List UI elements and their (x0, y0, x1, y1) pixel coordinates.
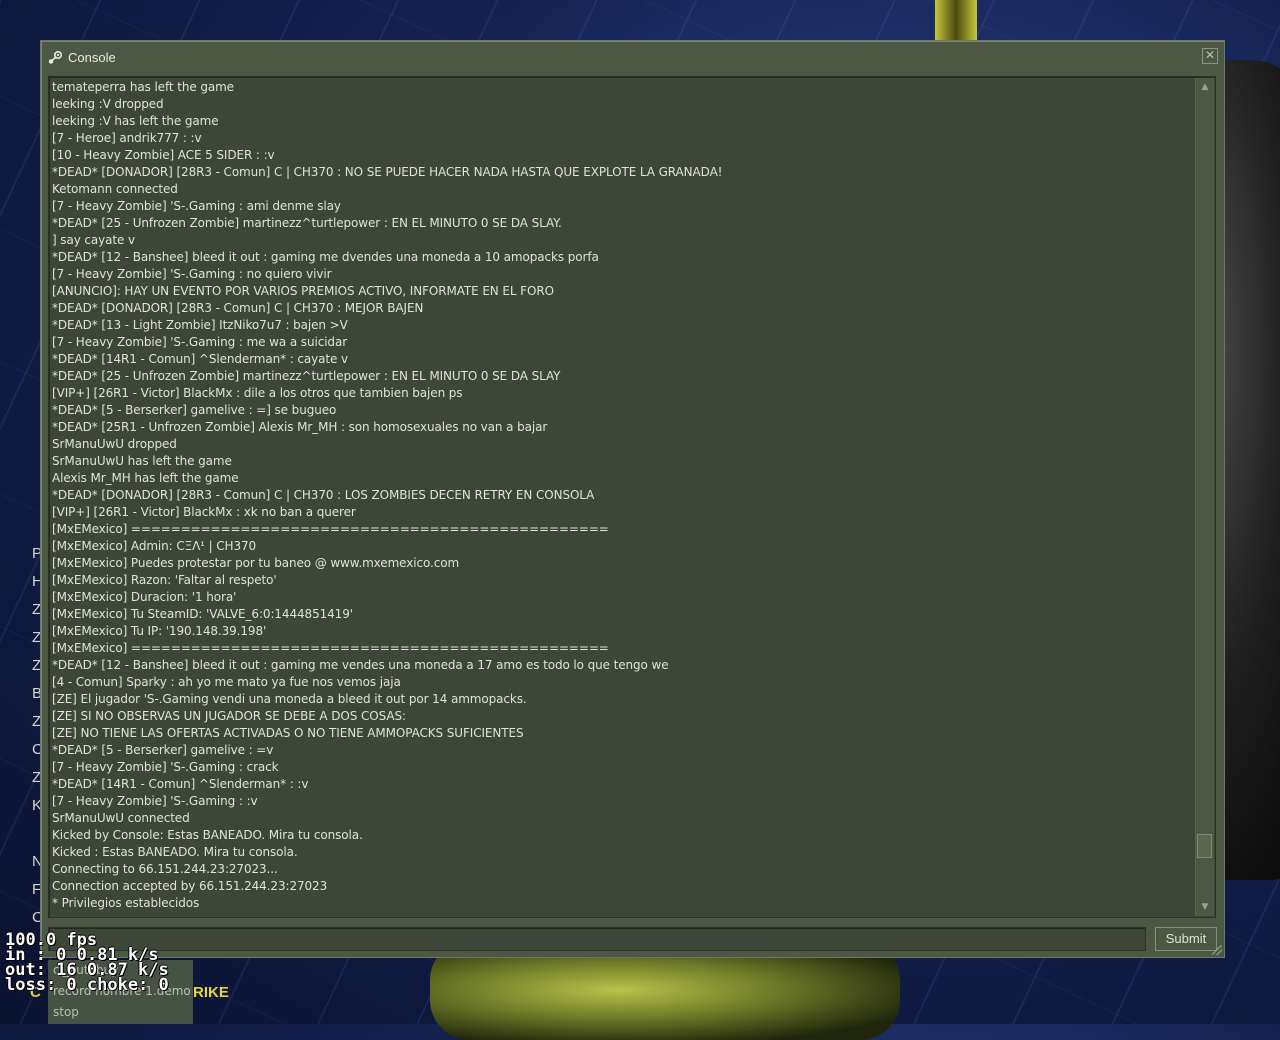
console-line: *DEAD* [14R1 - Comun] ^Slenderman* : cay… (52, 352, 349, 366)
console-line: *DEAD* [DONADOR] [28R3 - Comun] C | CH37… (52, 165, 723, 179)
steam-icon (48, 50, 63, 64)
console-line: [MxEMexico] Duracion: '1 hora' (52, 590, 237, 604)
console-line: *DEAD* [25R1 - Unfrozen Zombie] Alexis M… (52, 420, 548, 434)
console-line: Kicked : Estas BANEADO. Mira tu consola. (52, 845, 298, 859)
console-line: leeking :V dropped (52, 97, 164, 111)
console-line: SrManuUwU dropped (52, 437, 177, 451)
console-line: Connection accepted by 66.151.244.23:270… (52, 879, 328, 893)
console-line: [ZE] SI NO OBSERVAS UN JUGADOR SE DEBE A… (52, 709, 406, 723)
scroll-up-icon[interactable]: ▲ (1197, 79, 1213, 95)
console-line: temateperra has left the game (52, 80, 234, 94)
submit-button[interactable]: Submit (1155, 927, 1217, 951)
console-line: *DEAD* [13 - Light Zombie] ItzNiko7u7 : … (52, 318, 348, 332)
console-line: [VIP+] [26R1 - Victor] BlackMx : xk no b… (52, 505, 356, 519)
console-line: *DEAD* [12 - Banshee] bleed it out : gam… (52, 250, 599, 264)
console-line: [10 - Heavy Zombie] ACE 5 SIDER : :v (52, 148, 275, 162)
console-line: [MxEMexico] ============================… (52, 522, 609, 536)
console-line: [MxEMexico] Admin: CΞΛ¹ | CH370 (52, 539, 257, 553)
console-line: SrManuUwU has left the game (52, 454, 232, 468)
console-title-bar[interactable]: Console ✕ (41, 41, 1224, 75)
autocomplete-item[interactable]: stop (48, 1002, 193, 1023)
console-line: [MxEMexico] Puedes protestar por tu bane… (52, 556, 460, 570)
console-line: Ketomann connected (52, 182, 178, 196)
console-line: [MxEMexico] Tu IP: '190.148.39.198' (52, 624, 267, 638)
console-line: Alexis Mr_MH has left the game (52, 471, 239, 485)
console-line: [7 - Heavy Zombie] 'S-.Gaming : crack (52, 760, 279, 774)
console-line: [7 - Heavy Zombie] 'S-.Gaming : :v (52, 794, 258, 808)
console-line: *DEAD* [25 - Unfrozen Zombie] martinezz^… (52, 369, 561, 383)
net-loss-readout: loss: 0 choke: 0 (5, 975, 169, 995)
console-line: Connecting to 66.151.244.23:27023... (52, 862, 278, 876)
console-line: *DEAD* [14R1 - Comun] ^Slenderman* : :v (52, 777, 309, 791)
console-line: [4 - Comun] Sparky : ah yo me mato ya fu… (52, 675, 401, 689)
console-line: SrManuUwU connected (52, 811, 190, 825)
console-log-list: temateperra has left the game leeking :V … (52, 79, 1193, 915)
console-line: *DEAD* [12 - Banshee] bleed it out : gam… (52, 658, 669, 672)
console-output[interactable]: temateperra has left the game leeking :V … (48, 76, 1216, 918)
console-line: [MxEMexico] Razon: 'Faltar al respeto' (52, 573, 277, 587)
console-line: [ZE] El jugador 'S-.Gaming vendi una mon… (52, 692, 527, 706)
background-rod (935, 0, 977, 45)
console-line: *DEAD* [25 - Unfrozen Zombie] martinezz^… (52, 216, 562, 230)
console-line: leeking :V has left the game (52, 114, 219, 128)
console-line: Kicked by Console: Estas BANEADO. Mira t… (52, 828, 363, 842)
command-input[interactable] (48, 927, 1146, 951)
console-window[interactable]: Console ✕ temateperra has left the game l… (40, 40, 1225, 958)
console-line: [ANUNCIO]: HAY UN EVENTO POR VARIOS PREM… (52, 284, 554, 298)
console-line: * Privilegios establecidos (52, 896, 200, 910)
console-line: ] say cayate v (52, 233, 136, 247)
scroll-thumb[interactable] (1197, 834, 1212, 858)
console-line: [MxEMexico] Tu SteamID: 'VALVE_6:0:14448… (52, 607, 353, 621)
console-line: [VIP+] [26R1 - Victor] BlackMx : dile a … (52, 386, 463, 400)
console-line: [7 - Heavy Zombie] 'S-.Gaming : me wa a … (52, 335, 348, 349)
console-line: [ZE] NO TIENE LAS OFERTAS ACTIVADAS O NO… (52, 726, 524, 740)
console-line: [7 - Heroe] andrik777 : :v (52, 131, 202, 145)
resize-grip-icon[interactable] (1212, 945, 1222, 955)
console-line: *DEAD* [DONADOR] [28R3 - Comun] C | CH37… (52, 301, 424, 315)
console-line: *DEAD* [5 - Berserker] gamelive : =] se … (52, 403, 337, 417)
console-line: [7 - Heavy Zombie] 'S-.Gaming : ami denm… (52, 199, 341, 213)
vertical-scrollbar[interactable]: ▲ ▼ (1195, 78, 1214, 916)
net-graph: 100.0 fps in : 0 0.81 k/s out: 16 0.87 k… (5, 932, 169, 995)
console-title: Console (68, 50, 116, 65)
scroll-down-icon[interactable]: ▼ (1197, 899, 1213, 915)
game-logo-right: RIKE (193, 984, 229, 1001)
console-line: *DEAD* [DONADOR] [28R3 - Comun] C | CH37… (52, 488, 595, 502)
console-line: [7 - Heavy Zombie] 'S-.Gaming : no quier… (52, 267, 332, 281)
console-line: *DEAD* [5 - Berserker] gamelive : =v (52, 743, 274, 757)
close-button[interactable]: ✕ (1202, 48, 1218, 64)
console-line: [MxEMexico] ============================… (52, 641, 609, 655)
